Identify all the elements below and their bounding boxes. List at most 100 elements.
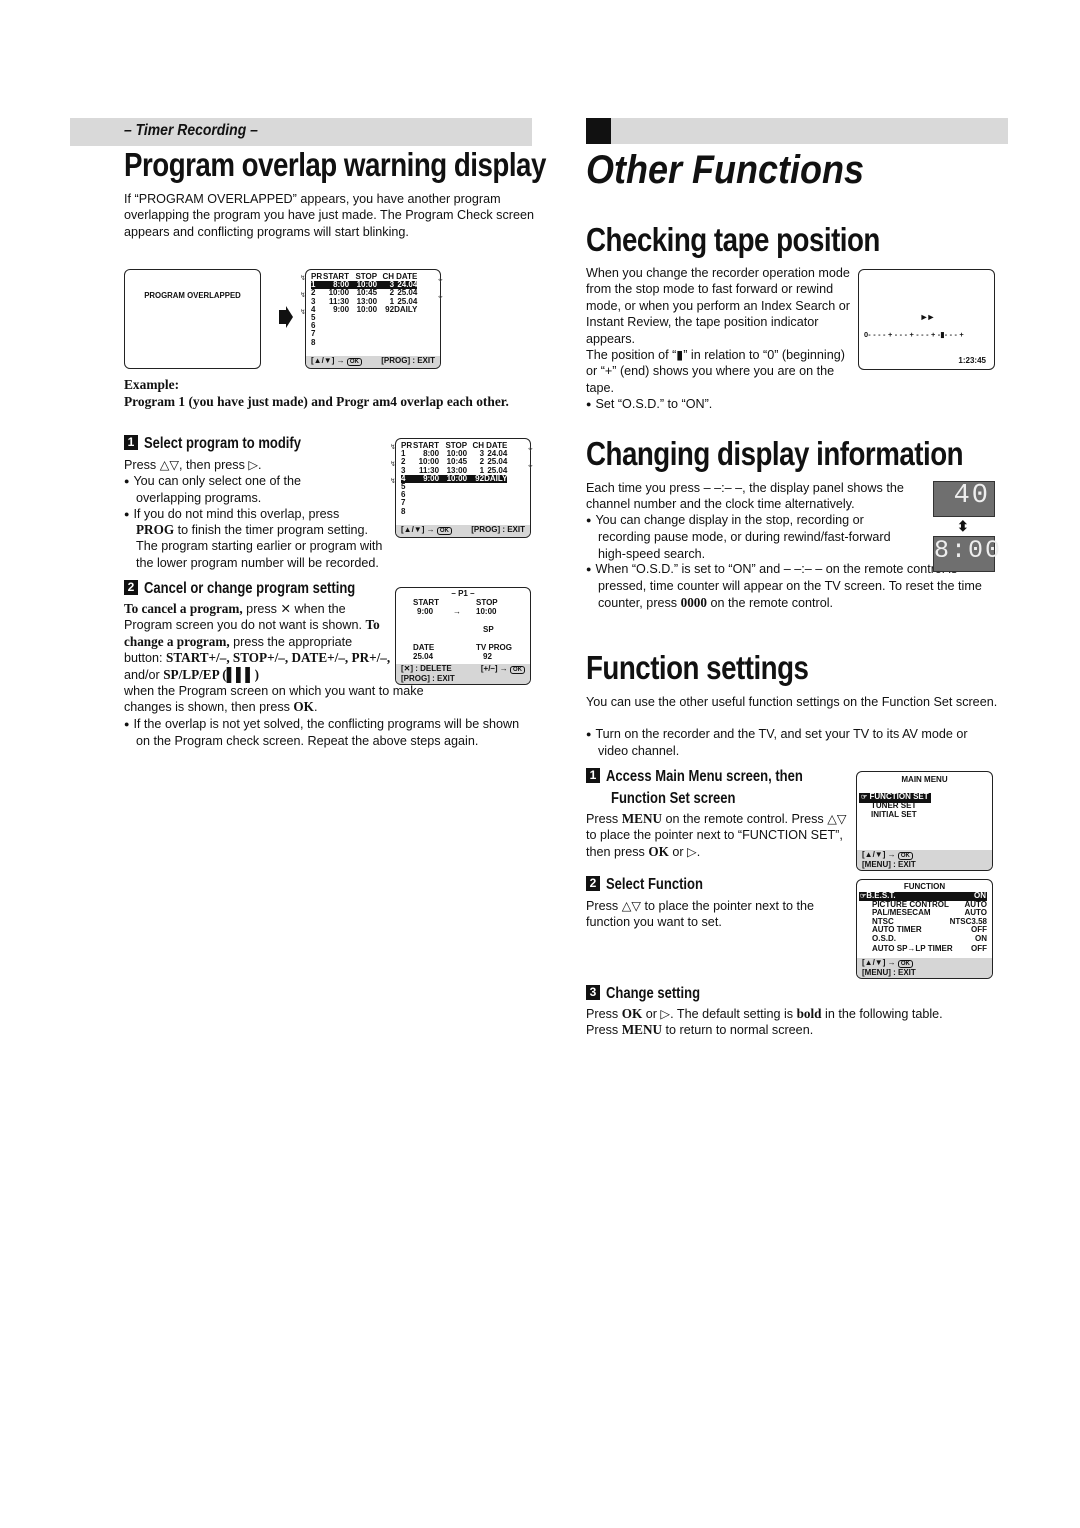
menu-item-initial-set[interactable]: INITIAL SET: [871, 810, 917, 820]
exit-hint: [PROG] : EXIT: [401, 673, 455, 683]
button-list-2: SP/LP/EP (▌▌▌): [163, 666, 260, 682]
function-item-osd[interactable]: O.S.D. ON: [859, 933, 987, 944]
step-number: 1: [586, 768, 600, 783]
cell: 92: [467, 474, 485, 484]
fn-step1-heading-2: Function Set screen: [611, 790, 759, 808]
main-menu-screen: MAIN MENU ☞ FUNCTION SET TUNER SET INITI…: [856, 771, 993, 871]
cancel-label: To cancel a program,: [124, 601, 243, 616]
function-para: You can use the other useful function se…: [586, 695, 998, 709]
step1-bullet-2-cont: PROG to finish the timer program setting…: [136, 522, 392, 571]
start-value: 9:00: [417, 607, 434, 616]
exit-hint: [PROG] : EXIT: [381, 356, 435, 366]
tape-title: Checking tape position: [586, 221, 880, 258]
blink-mark-icon: ⟡: [528, 446, 533, 453]
blink-mark-icon: ↯: [300, 309, 306, 316]
blink-mark-icon: ⟡: [438, 294, 443, 301]
example-text: Program 1 (you have just made) and Progr…: [124, 394, 509, 409]
table-row[interactable]: 6: [311, 322, 417, 330]
step-title: Access Main Menu screen, then: [606, 768, 803, 785]
arrow: →: [453, 607, 461, 616]
step-title: Change setting: [606, 985, 701, 1002]
function-value: ON: [975, 933, 987, 943]
table-row[interactable]: 8: [311, 337, 417, 347]
program-edit-screen: – P1 – START 9:00 → STOP 10:00 SP DATE 2…: [395, 587, 531, 685]
step-number: 2: [124, 580, 138, 595]
display-bullet-1: You can change display in the stop, reco…: [586, 512, 916, 562]
exit-hint: [MENU] : EXIT: [862, 859, 916, 869]
bullet-text: If you do not mind this overlap, press: [133, 507, 340, 521]
cell: 10:00: [356, 304, 378, 314]
ok-button-icon: OK: [510, 666, 525, 674]
screen-footer: [▲/▼] → OK [PROG] : EXIT: [306, 356, 440, 368]
cell: 8: [311, 337, 316, 347]
chapter-title: Other Functions: [586, 148, 865, 192]
ok-button-icon: OK: [897, 960, 913, 968]
pointer-icon: ☞: [861, 794, 868, 801]
reset-key: 0000: [680, 594, 707, 610]
tape-position-screen: ►► 0- - - - + - - - + - - - + -▮- - - + …: [858, 269, 995, 370]
blink-mark-icon: ↯: [300, 292, 306, 299]
text: to return to normal screen.: [662, 1023, 814, 1038]
function-label: B.E.S.T.: [866, 891, 896, 900]
step1-bullet-2: If you do not mind this overlap, press: [124, 506, 379, 523]
blink-mark-icon: ↯: [390, 444, 396, 451]
menu-item-label: FUNCTION SET: [869, 792, 929, 801]
display-para: Each time you press – –:– –, the display…: [586, 481, 904, 512]
table-row[interactable]: 7: [401, 499, 507, 507]
chapter-bar: [586, 118, 1008, 144]
table-row[interactable]: 4 9:00 10:00 92 DAILY: [401, 474, 508, 484]
exit-hint: [MENU] : EXIT: [862, 967, 916, 977]
step2-body-tail: when the Program screen on which you wan…: [124, 684, 424, 715]
text: or ▷.: [668, 844, 701, 859]
page-title-overlap: Program overlap warning display: [124, 146, 546, 183]
prog-key: PROG: [136, 522, 175, 537]
step1-instruction: Press △▽, then press ▷.: [124, 458, 262, 472]
step-number: 1: [124, 435, 138, 450]
table-row[interactable]: 8: [401, 507, 507, 516]
lcd-channel-display: 40: [933, 481, 995, 517]
lcd-clock-display: 8:00: [933, 536, 1000, 572]
ok-button-icon: OK: [346, 358, 362, 367]
table-row[interactable]: 4 9:00 10:00 92 DAILY: [311, 304, 417, 314]
step-title: Function Set screen: [611, 790, 736, 807]
chapter-marker: [586, 118, 611, 144]
function-item-auto-sp-lp[interactable]: AUTO SP→LP TIMER OFF: [859, 943, 987, 955]
blink-mark-icon: ↯: [300, 275, 306, 282]
adjust-hint: [+/–] →: [480, 664, 508, 673]
change-tail: when the Program screen on which you wan…: [124, 684, 424, 715]
ok-key: OK: [648, 843, 669, 859]
function-label: O.S.D.: [872, 933, 897, 943]
bold-word: bold: [796, 1006, 822, 1021]
ok-button-icon: OK: [897, 852, 913, 860]
function-value: OFF: [971, 943, 987, 953]
tape-bullet: Set “O.S.D.” to “ON”.: [586, 396, 856, 413]
function-list: ☞B.E.S.T. ON PICTURE CONTROL AUTO PAL/MESE…: [859, 891, 987, 955]
table-row[interactable]: 5: [311, 313, 417, 322]
exit-hint: [PROG] : EXIT: [471, 525, 525, 535]
screen-footer: [✕] : DELETE [+/–] → OK [PROG] : EXIT: [396, 664, 530, 684]
table-row[interactable]: 5: [401, 482, 507, 491]
cell: 92: [385, 304, 395, 314]
blink-mark-icon: ⟡: [528, 463, 533, 470]
nav-hint: [▲/▼] →: [862, 850, 896, 859]
fn-step2-body: Press △▽ to place the pointer next to th…: [586, 899, 814, 930]
tvprog-label: TV PROG: [476, 643, 513, 652]
example-label: Example:: [124, 377, 180, 392]
tape-para-2: The position of “▮” in relation to “0” (…: [586, 348, 845, 395]
step1-bullet-1: You can only select one of the overlappi…: [124, 473, 339, 507]
fn-step2-heading: 2 Select Function: [586, 876, 721, 894]
table-row[interactable]: 6: [401, 491, 507, 499]
stop-value: 10:00: [476, 607, 497, 616]
mode-value: SP: [483, 625, 494, 634]
screen-footer: [▲/▼] → OK [MENU] : EXIT: [857, 958, 992, 978]
program-table-1: PR START STOP CH DATE 1 8:00 10:00 3 24.04 2…: [311, 272, 418, 347]
fn-step3-body: Press OK or ▷. The default setting is bo…: [586, 1006, 1006, 1039]
screen-footer: [▲/▼] → OK [PROG] : EXIT: [396, 525, 530, 537]
overlap-warning-screen: PROGRAM OVERLAPPED: [124, 269, 261, 369]
section-tag: – Timer Recording –: [124, 122, 258, 139]
step-title: Select program to modify: [144, 435, 302, 452]
overlap-warning-text: PROGRAM OVERLAPPED: [144, 291, 241, 300]
step-number: 2: [586, 876, 600, 891]
table-row[interactable]: 7: [311, 330, 417, 338]
program-check-screen-2: PR START STOP CH DATE 1 8:00 10:00 3 24.04 2…: [395, 438, 531, 538]
